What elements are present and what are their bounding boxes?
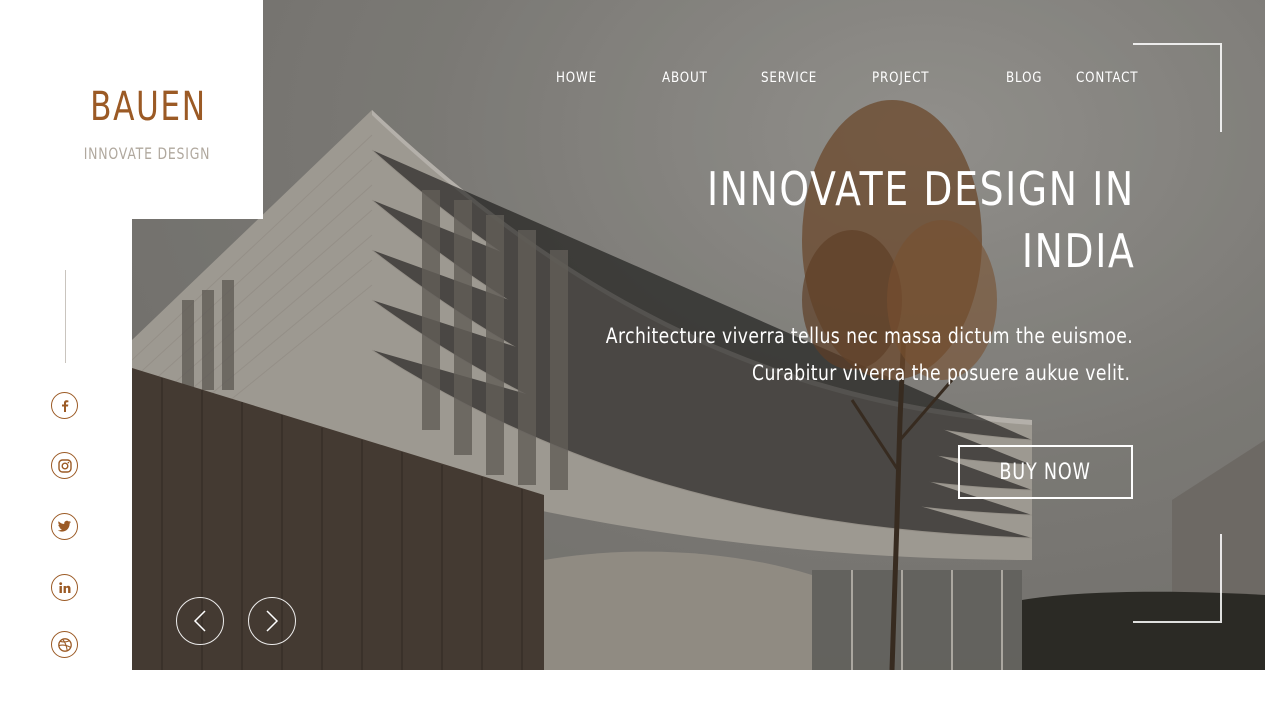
nav-about[interactable]: ABOUT <box>662 70 708 86</box>
hero-headline-line2: INDIA <box>1021 224 1135 278</box>
slider-prev-button[interactable] <box>176 597 224 645</box>
twitter-icon <box>57 520 71 532</box>
instagram-link[interactable] <box>51 452 78 479</box>
dribbble-icon <box>57 637 72 652</box>
chevron-right-icon <box>266 610 279 632</box>
buy-now-label: BUY NOW <box>999 459 1092 485</box>
facebook-link[interactable] <box>51 392 78 419</box>
nav-blog[interactable]: BLOG <box>1006 70 1042 86</box>
dribbble-link[interactable] <box>51 631 78 658</box>
nav-project[interactable]: PROJECT <box>872 70 929 86</box>
vertical-divider <box>65 270 66 363</box>
hero-subtext-line1: Architecture viverra tellus nec massa di… <box>605 324 1134 348</box>
brand-name: BAUEN <box>90 84 207 130</box>
corner-bracket-bottom <box>1133 534 1222 623</box>
hero-subtext: Architecture viverra tellus nec massa di… <box>490 318 1134 392</box>
corner-bracket-top <box>1133 43 1222 132</box>
buy-now-button[interactable]: BUY NOW <box>958 445 1133 499</box>
hero-headline: INNOVATE DESIGN IN INDIA <box>575 158 1135 282</box>
chevron-left-icon <box>193 610 206 632</box>
nav-home[interactable]: HOWE <box>556 70 597 86</box>
linkedin-icon <box>58 581 70 593</box>
nav-service[interactable]: SERVICE <box>761 70 817 86</box>
nav-contact[interactable]: CONTACT <box>1076 70 1138 86</box>
slider-next-button[interactable] <box>248 597 296 645</box>
twitter-link[interactable] <box>51 513 78 540</box>
hero-subtext-line2: Curabitur viverra the posuere aukue veli… <box>751 361 1130 385</box>
hero-headline-line1: INNOVATE DESIGN IN <box>707 162 1135 216</box>
instagram-icon <box>57 458 72 473</box>
logo-box[interactable]: BAUEN INNOVATE DESIGN <box>0 0 263 219</box>
facebook-icon <box>61 399 68 412</box>
brand-tagline: INNOVATE DESIGN <box>83 144 211 163</box>
linkedin-link[interactable] <box>51 574 78 601</box>
page: BAUEN INNOVATE DESIGN HOWE ABOUT SERVICE… <box>0 0 1265 715</box>
